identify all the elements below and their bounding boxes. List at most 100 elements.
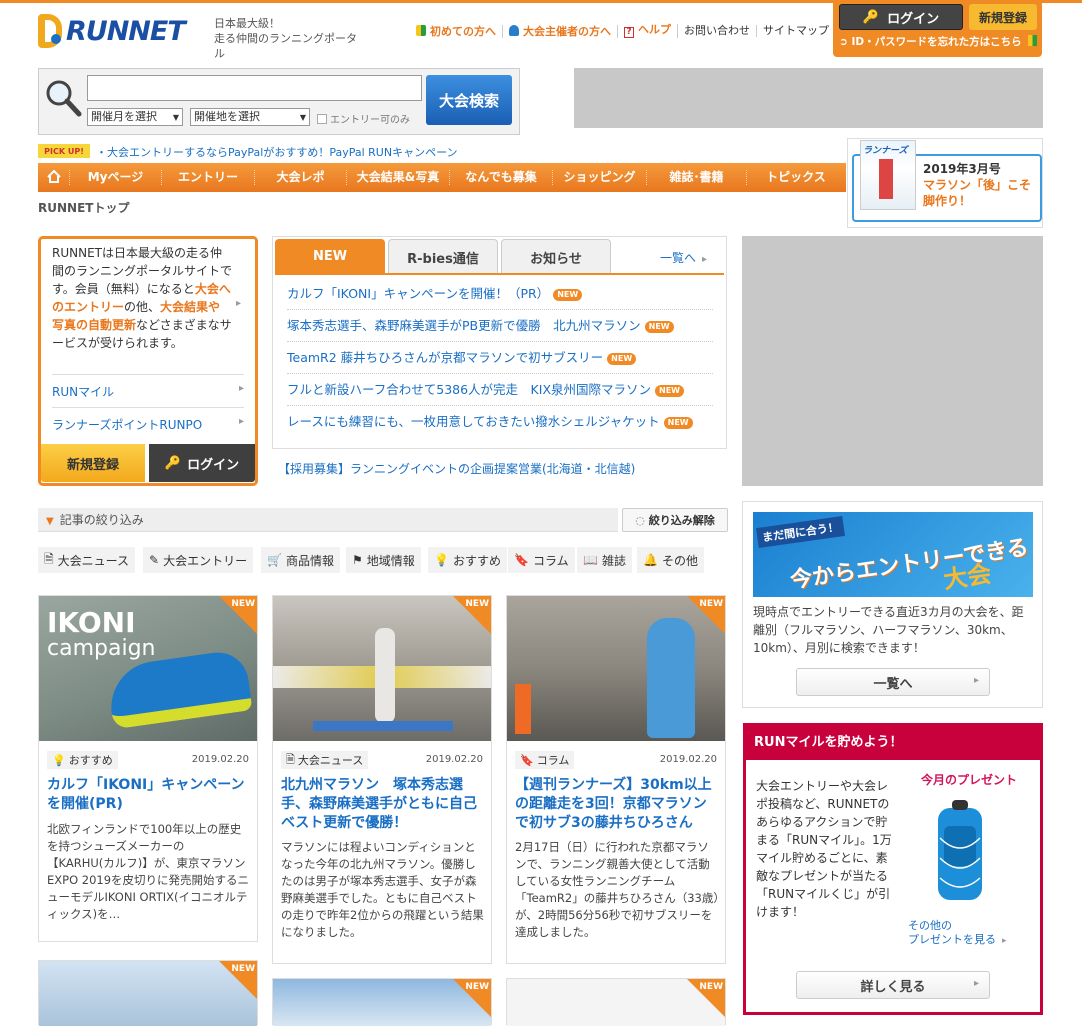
key-icon: 🔑 — [862, 9, 880, 25]
runmile-more-button[interactable]: 詳しく見る — [796, 971, 990, 999]
filter-reset-button[interactable]: ◌ 絞り込み解除 — [622, 508, 728, 532]
nav-report[interactable]: 大会レポ — [255, 170, 347, 185]
nav-mypage[interactable]: Myページ — [70, 170, 162, 185]
article-card[interactable]: NEW 🗎 大会ニュース 2019.02.20 北九州マラソン 塚本秀志選手、森野… — [272, 595, 492, 964]
news-item[interactable]: フルと新設ハーフ合わせて5386人が完走 KIX泉州国際マラソン NEW — [287, 374, 713, 406]
bookmark-icon: 🔖 — [514, 553, 529, 567]
search-icon — [46, 80, 82, 117]
home-icon — [46, 170, 61, 183]
cat-recommend[interactable]: 💡 おすすめ — [428, 547, 507, 573]
article-card[interactable]: NEW — [38, 960, 258, 1026]
login-button[interactable]: 🔑 ログイン — [149, 444, 255, 482]
entry-only-checkbox[interactable]: エントリー可のみ — [317, 111, 410, 126]
runpo-link[interactable]: ランナーズポイントRUNPO — [52, 407, 244, 441]
bulb-icon: 💡 — [52, 753, 66, 767]
cat-region[interactable]: ⚑ 地域情報 — [346, 547, 421, 573]
card-body: 北欧フィンランドで100年以上の歴史を持つシューズメーカーの【KARHU(カルフ… — [47, 822, 250, 921]
news-item[interactable]: 塚本秀志選手、森野麻美選手がPB更新で優勝 北九州マラソン NEW — [287, 310, 713, 342]
intro-text[interactable]: RUNNETは日本最大級の走る仲間のランニングポータルサイトです。会員（無料）に… — [52, 244, 232, 352]
nav-recruit[interactable]: なんでも募集 — [450, 170, 553, 185]
cat-column[interactable]: 🔖 コラム — [508, 547, 575, 573]
chevron-right-icon: ▸ — [702, 254, 708, 265]
road-line — [313, 721, 453, 731]
tab-info[interactable]: お知らせ — [501, 239, 611, 274]
new-badge: NEW — [655, 385, 684, 397]
runmile-link[interactable]: RUNマイル — [52, 374, 244, 408]
backpack-image — [938, 800, 982, 900]
pickup-badge: PICK UP! — [38, 144, 90, 158]
chevron-right-icon: ▸ — [1002, 936, 1007, 946]
magazine-date: 2019年3月号 — [923, 162, 1001, 176]
bookmark-icon: 🔖 — [520, 753, 534, 767]
nav-home[interactable] — [38, 170, 70, 185]
bulb-icon: 💡 — [434, 553, 449, 567]
card-tag: 🗎 大会ニュース — [281, 751, 369, 769]
tab-underline — [275, 273, 724, 275]
runnet-logo[interactable]: RUNNET — [38, 12, 203, 50]
place-select[interactable]: 開催地を選択 — [190, 108, 310, 126]
triangle-down-icon: ▼ — [46, 516, 54, 527]
nav-results[interactable]: 大会結果&写真 — [347, 170, 450, 185]
register-button[interactable]: 新規登録 — [41, 444, 145, 482]
card-title[interactable]: 【週刊ランナーズ】30km以上の距離走を3回！京都マラソンで初サブ3の藤井ちひろ… — [515, 776, 720, 833]
news-item[interactable]: TeamR2 藤井ちひろさんが京都マラソンで初サブスリー NEW — [287, 342, 713, 374]
pickup-link[interactable]: ・大会エントリーするならPayPalがおすすめ！PayPal RUNキャンペーン — [96, 144, 458, 160]
cat-magazine[interactable]: 📖 雑誌 — [577, 547, 632, 573]
reset-icon: ◌ — [635, 513, 645, 527]
cat-race-entry[interactable]: ✎ 大会エントリー — [143, 547, 254, 573]
bell-icon: 🔔 — [643, 553, 658, 567]
card-date: 2019.02.20 — [191, 754, 249, 765]
arrow-icon: ➲ — [839, 36, 852, 48]
card-tag: 🔖 コラム — [515, 751, 575, 769]
magazine-title: マラソン「後」こそ脚作り！ — [923, 178, 1032, 208]
present-more-link[interactable]: その他の プレゼントを見る ▸ — [908, 919, 1007, 948]
entry-list-button[interactable]: 一覧へ — [796, 668, 990, 696]
article-card[interactable]: NEW 🔖 コラム 2019.02.20 【週刊ランナーズ】30km以上の距離走を… — [506, 595, 726, 964]
beginner-icon — [416, 24, 426, 36]
recruit-link[interactable]: 【採用募集】ランニングイベントの企画提案営業(北海道・北信越) — [278, 460, 635, 477]
card-date: 2019.02.20 — [659, 754, 717, 765]
nav-sitemap[interactable]: サイトマップ — [757, 25, 835, 37]
magazine-cover: ランナーズ — [860, 140, 916, 210]
nav-beginner[interactable]: 初めての方へ — [410, 24, 503, 38]
cat-other[interactable]: 🔔 その他 — [637, 547, 704, 573]
new-badge: NEW — [607, 353, 637, 365]
tab-new[interactable]: NEW — [275, 239, 385, 274]
month-select[interactable]: 開催月を選択 — [87, 108, 183, 126]
logo-text: RUNNET — [66, 15, 186, 47]
present-label: 今月のプレゼント — [921, 773, 1018, 787]
person-icon — [509, 24, 519, 36]
news-more-link[interactable]: 一覧へ ▸ — [660, 249, 707, 266]
news-item[interactable]: レースにも練習にも、一枚用意しておきたい撥水シェルジャケット NEW — [287, 406, 713, 438]
filter-toggle[interactable]: ▼ 記事の絞り込み — [38, 508, 618, 532]
nav-contact[interactable]: お問い合わせ — [678, 25, 757, 37]
document-icon: 🗎 — [44, 551, 54, 566]
article-card[interactable]: NEW — [506, 978, 726, 1026]
nav-help[interactable]: ? ヘルプ — [618, 24, 678, 38]
forgot-password-link[interactable]: ➲ ID・パスワードを忘れた方はこちら — [839, 34, 1037, 49]
nav-organizer[interactable]: 大会主催者の方へ — [503, 24, 618, 38]
cat-products[interactable]: 🛒 商品情報 — [261, 547, 340, 573]
cone — [515, 684, 531, 734]
nav-shopping[interactable]: ショッピング — [553, 170, 647, 185]
ad-banner-top[interactable] — [574, 68, 1043, 128]
header-login-button[interactable]: 🔑 ログイン — [839, 4, 963, 30]
header-register-button[interactable]: 新規登録 — [969, 4, 1037, 30]
search-input[interactable] — [87, 75, 422, 101]
nav-magazine[interactable]: 雑誌･書籍 — [647, 170, 747, 185]
article-card[interactable]: NEW — [272, 978, 492, 1026]
card-body: マラソンには程よいコンディションとなった今年の北九州マラソン。優勝したのは男子が… — [281, 840, 484, 939]
cat-race-news[interactable]: 🗎 大会ニュース — [38, 547, 136, 573]
news-item[interactable]: カルフ「IKONI」キャンペーンを開催！（PR） NEW — [287, 278, 713, 310]
tab-rbies[interactable]: R-bies通信 — [388, 239, 498, 274]
entry-banner[interactable]: まだ間に合う！ 今からエントリーできる 大会 — [753, 512, 1033, 597]
article-card[interactable]: IKONI campaign NEW 💡 おすすめ 2019.02.20 カルフ「… — [38, 595, 258, 942]
nav-entry[interactable]: エントリー — [162, 170, 255, 185]
search-button[interactable]: 大会検索 — [426, 75, 512, 125]
card-title[interactable]: 北九州マラソン 塚本秀志選手、森野麻美選手がともに自己ベスト更新で優勝！ — [281, 776, 486, 833]
key-icon: 🔑 — [164, 455, 182, 471]
nav-topics[interactable]: トピックス — [747, 170, 845, 185]
card-title[interactable]: カルフ「IKONI」キャンペーンを開催(PR) — [47, 776, 252, 814]
card-body: 2月17日（日）に行われた京都マラソンで、ランニング親善大使として活動している女… — [515, 840, 720, 939]
ad-banner-side[interactable] — [742, 236, 1043, 486]
